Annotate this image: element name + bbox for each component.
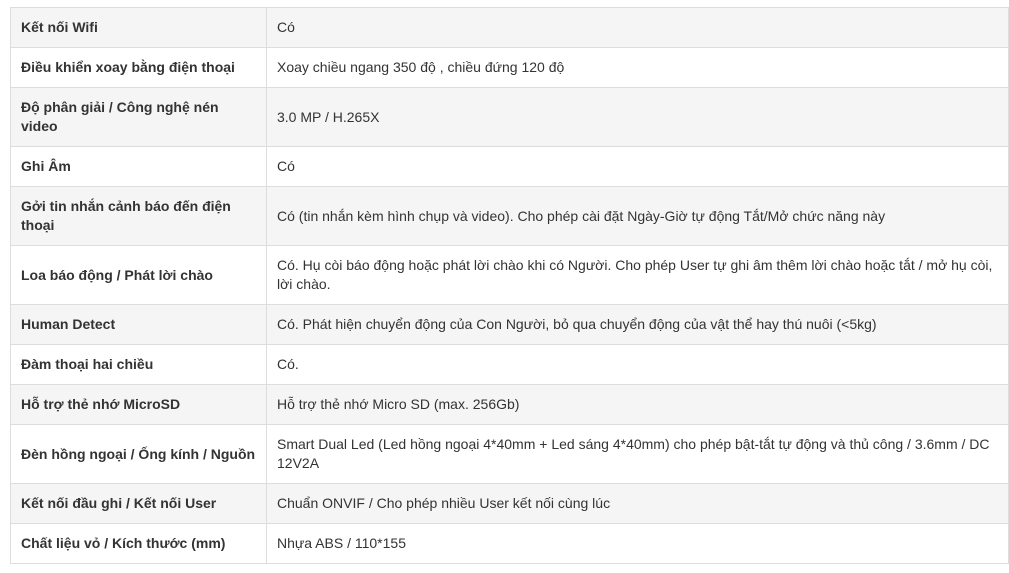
spec-value: Có. bbox=[266, 344, 1009, 385]
spec-value: Có (tin nhắn kèm hình chụp và video). Ch… bbox=[266, 186, 1009, 246]
spec-value: Có bbox=[266, 7, 1009, 48]
table-row: Loa báo động / Phát lời chào Có. Hụ còi … bbox=[10, 245, 1009, 305]
spec-value: Smart Dual Led (Led hồng ngoại 4*40mm + … bbox=[266, 424, 1009, 484]
spec-label: Hỗ trợ thẻ nhớ MicroSD bbox=[10, 384, 267, 425]
spec-value: Xoay chiều ngang 350 độ , chiều đứng 120… bbox=[266, 47, 1009, 88]
spec-label: Độ phân giải / Công nghệ nén video bbox=[10, 87, 267, 147]
spec-label: Loa báo động / Phát lời chào bbox=[10, 245, 267, 305]
spec-value: Hỗ trợ thẻ nhớ Micro SD (max. 256Gb) bbox=[266, 384, 1009, 425]
spec-value: Nhựa ABS / 110*155 bbox=[266, 523, 1009, 564]
spec-value: Chuẩn ONVIF / Cho phép nhiều User kết nố… bbox=[266, 483, 1009, 524]
table-row: Kết nối Wifi Có bbox=[10, 7, 1009, 48]
spec-label: Kết nối đầu ghi / Kết nối User bbox=[10, 483, 267, 524]
table-row: Ghi Âm Có bbox=[10, 146, 1009, 187]
table-row: Đèn hồng ngoại / Ống kính / Nguồn Smart … bbox=[10, 424, 1009, 484]
table-row: Human Detect Có. Phát hiện chuyển động c… bbox=[10, 304, 1009, 345]
table-row: Đàm thoại hai chiều Có. bbox=[10, 344, 1009, 385]
spec-label: Điều khiển xoay bằng điện thoại bbox=[10, 47, 267, 88]
spec-value: Có. Phát hiện chuyển động của Con Người,… bbox=[266, 304, 1009, 345]
table-row: Độ phân giải / Công nghệ nén video 3.0 M… bbox=[10, 87, 1009, 147]
spec-label: Ghi Âm bbox=[10, 146, 267, 187]
spec-label: Chất liệu vỏ / Kích thước (mm) bbox=[10, 523, 267, 564]
spec-label: Đàm thoại hai chiều bbox=[10, 344, 267, 385]
spec-value: 3.0 MP / H.265X bbox=[266, 87, 1009, 147]
spec-label: Đèn hồng ngoại / Ống kính / Nguồn bbox=[10, 424, 267, 484]
spec-value: Có. Hụ còi báo động hoặc phát lời chào k… bbox=[266, 245, 1009, 305]
spec-table: Kết nối Wifi Có Điều khiển xoay bằng điệ… bbox=[10, 7, 1009, 564]
spec-label: Kết nối Wifi bbox=[10, 7, 267, 48]
spec-label: Human Detect bbox=[10, 304, 267, 345]
table-row: Điều khiển xoay bằng điện thoại Xoay chi… bbox=[10, 47, 1009, 88]
table-row: Chất liệu vỏ / Kích thước (mm) Nhựa ABS … bbox=[10, 523, 1009, 564]
spec-label: Gởi tin nhắn cảnh báo đến điện thoại bbox=[10, 186, 267, 246]
table-row: Gởi tin nhắn cảnh báo đến điện thoại Có … bbox=[10, 186, 1009, 246]
spec-value: Có bbox=[266, 146, 1009, 187]
table-row: Kết nối đầu ghi / Kết nối User Chuẩn ONV… bbox=[10, 483, 1009, 524]
table-row: Hỗ trợ thẻ nhớ MicroSD Hỗ trợ thẻ nhớ Mi… bbox=[10, 384, 1009, 425]
